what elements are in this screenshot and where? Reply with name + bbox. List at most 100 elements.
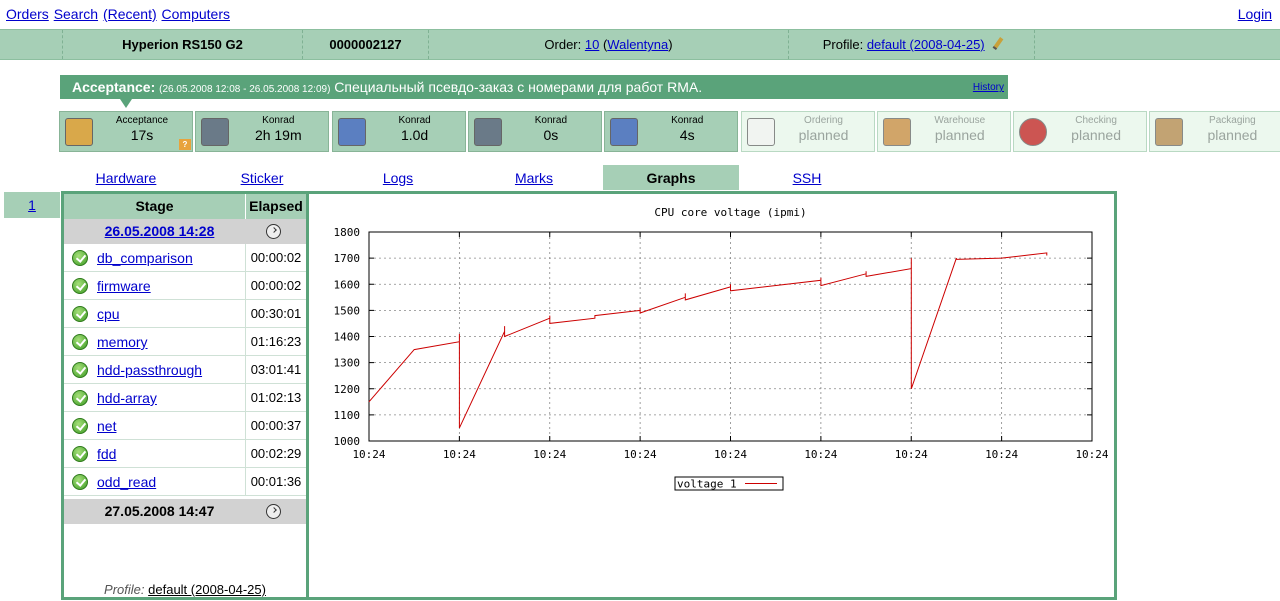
clock-icon[interactable]	[266, 224, 281, 239]
stage-box-konrad[interactable]: Konrad 4s	[604, 111, 739, 152]
start-date-row: 26.05.2008 14:28	[64, 219, 306, 244]
stage-box-label: Konrad	[262, 115, 295, 126]
order-label: Order:	[544, 37, 582, 52]
y-tick-label: 1200	[334, 383, 361, 396]
stage-box-warehouse[interactable]: Warehouse planned	[876, 111, 1011, 152]
series-line-voltage-1	[368, 252, 1048, 429]
y-tick-label: 1300	[334, 357, 361, 370]
x-tick-label: 10:24	[1075, 448, 1108, 461]
stage-box-label: Ordering	[804, 115, 843, 126]
profile-label: Profile:	[822, 37, 864, 52]
stage-row: hdd-passthrough 03:01:41	[64, 356, 306, 384]
stage-list-panel: Stage Elapsed 26.05.2008 14:28 db_compar…	[64, 194, 309, 597]
stage-box-label: Konrad	[534, 115, 568, 126]
end-date-row: 27.05.2008 14:47	[64, 499, 306, 524]
order-number-link[interactable]: 10	[585, 37, 599, 52]
stage-box-value: planned	[1071, 127, 1121, 143]
history-link[interactable]: History	[973, 76, 1004, 100]
stage-row: db_comparison 00:00:02	[64, 244, 306, 272]
serial-number: 0000002127	[302, 30, 428, 59]
stage-box-packaging[interactable]: Packaging planned	[1149, 111, 1280, 152]
stage-name-link[interactable]: hdd-array	[97, 390, 157, 406]
voltage-chart: CPU core voltage (ipmi) 1000 1100 1200 1300 1…	[334, 206, 1109, 491]
stage-box-value: 17s	[130, 127, 154, 143]
x-tick-label: 10:24	[443, 448, 476, 461]
check-ok-icon	[72, 418, 88, 434]
stage-name-link[interactable]: fdd	[97, 446, 116, 462]
stage-box-label: Acceptance	[115, 115, 169, 126]
tab-marks[interactable]: Marks	[466, 165, 602, 190]
tools-icon	[473, 118, 502, 146]
stage-name-link[interactable]: net	[97, 418, 116, 434]
check-ok-icon	[72, 446, 88, 462]
stage-name-link[interactable]: hdd-passthrough	[97, 362, 202, 378]
top-navigation: Orders Search (Recent) Computers Login	[0, 0, 1280, 28]
y-tick-label: 1600	[334, 278, 361, 291]
stage-box-value: planned	[934, 127, 985, 143]
stage-name-link[interactable]: firmware	[97, 278, 151, 294]
stage-box-ordering[interactable]: Ordering planned	[740, 111, 875, 152]
start-date-link[interactable]: 26.05.2008 14:28	[105, 223, 215, 239]
stage-elapsed: 00:01:36	[245, 468, 306, 495]
tab-hardware[interactable]: Hardware	[58, 165, 194, 190]
stage-box-konrad[interactable]: Konrad 2h 19m	[195, 111, 330, 152]
nav-recent-link[interactable]: (Recent)	[103, 6, 157, 22]
stage-row: fdd 00:02:29	[64, 440, 306, 468]
nav-orders-link[interactable]: Orders	[6, 6, 49, 22]
seal-icon	[1019, 118, 1048, 146]
stage-name-link[interactable]: db_comparison	[97, 250, 193, 266]
stage-box-value: 4s	[679, 127, 695, 143]
package-icon	[1155, 118, 1184, 146]
legend-label: voltage 1	[677, 478, 737, 491]
x-tick-label: 10:24	[533, 448, 566, 461]
check-ok-icon	[72, 390, 88, 406]
stage-box-label: Checking	[1075, 115, 1117, 126]
stage-row: odd_read 00:01:36	[64, 468, 306, 496]
stage-name-link[interactable]: odd_read	[97, 474, 156, 490]
stage-box-konrad[interactable]: Konrad 0s	[467, 111, 602, 152]
banner-stage-name: Acceptance:	[72, 79, 156, 95]
stage-box-checking[interactable]: Checking planned	[1013, 111, 1148, 152]
stage-profile-footer: Profile: default (2008-04-25)	[64, 582, 306, 597]
y-tick-label: 1800	[334, 226, 361, 239]
order-customer-link[interactable]: Walentyna	[607, 37, 668, 52]
nav-computers-link[interactable]: Computers	[162, 6, 230, 22]
tab-graphs[interactable]: Graphs	[603, 165, 739, 190]
stage-row: memory 01:16:23	[64, 328, 306, 356]
profile-info: Profile: default (2008-04-25)	[788, 30, 1034, 59]
stage-name-link[interactable]: cpu	[97, 306, 120, 322]
stage-elapsed: 00:30:01	[245, 300, 306, 327]
stage-elapsed: 00:00:02	[245, 244, 306, 271]
nav-search-link[interactable]: Search	[54, 6, 98, 22]
chart-title: CPU core voltage (ipmi)	[654, 206, 806, 219]
stage-row: hdd-array 01:02:13	[64, 384, 306, 412]
x-tick-label: 10:24	[352, 448, 385, 461]
stage-box-label: Warehouse	[934, 115, 986, 126]
stage-box-label: Konrad	[671, 115, 704, 126]
stage-elapsed: 00:02:29	[245, 440, 306, 467]
run-selector: 1	[4, 192, 60, 218]
box-icon	[882, 118, 911, 146]
pencil-icon[interactable]	[992, 37, 1004, 50]
tools-icon	[201, 118, 230, 146]
check-ok-icon	[72, 278, 88, 294]
stage-box-konrad[interactable]: Konrad 1.0d	[331, 111, 466, 152]
elapsed-column-header: Elapsed	[245, 194, 306, 219]
stage-name-link[interactable]: memory	[97, 334, 148, 350]
footer-profile-link[interactable]: default (2008-04-25)	[148, 582, 266, 597]
help-icon[interactable]: ?	[179, 139, 191, 150]
stage-box-acceptance[interactable]: Acceptance 17s?	[59, 111, 193, 152]
clock-icon[interactable]	[266, 504, 281, 519]
login-link[interactable]: Login	[1238, 6, 1272, 22]
top-nav-links: Orders Search (Recent) Computers	[6, 6, 231, 22]
tab-ssh[interactable]: SSH	[739, 165, 875, 190]
tab-sticker[interactable]: Sticker	[194, 165, 330, 190]
x-tick-label: 10:24	[624, 448, 657, 461]
profile-link[interactable]: default (2008-04-25)	[867, 37, 985, 52]
stage-banner: Acceptance: (26.05.2008 12:08 - 26.05.20…	[60, 75, 1008, 99]
y-tick-label: 1100	[334, 409, 361, 422]
checklist-icon	[610, 118, 639, 146]
main-panel: Stage Elapsed 26.05.2008 14:28 db_compar…	[61, 191, 1117, 600]
run-number-link[interactable]: 1	[28, 197, 36, 213]
tab-logs[interactable]: Logs	[330, 165, 466, 190]
